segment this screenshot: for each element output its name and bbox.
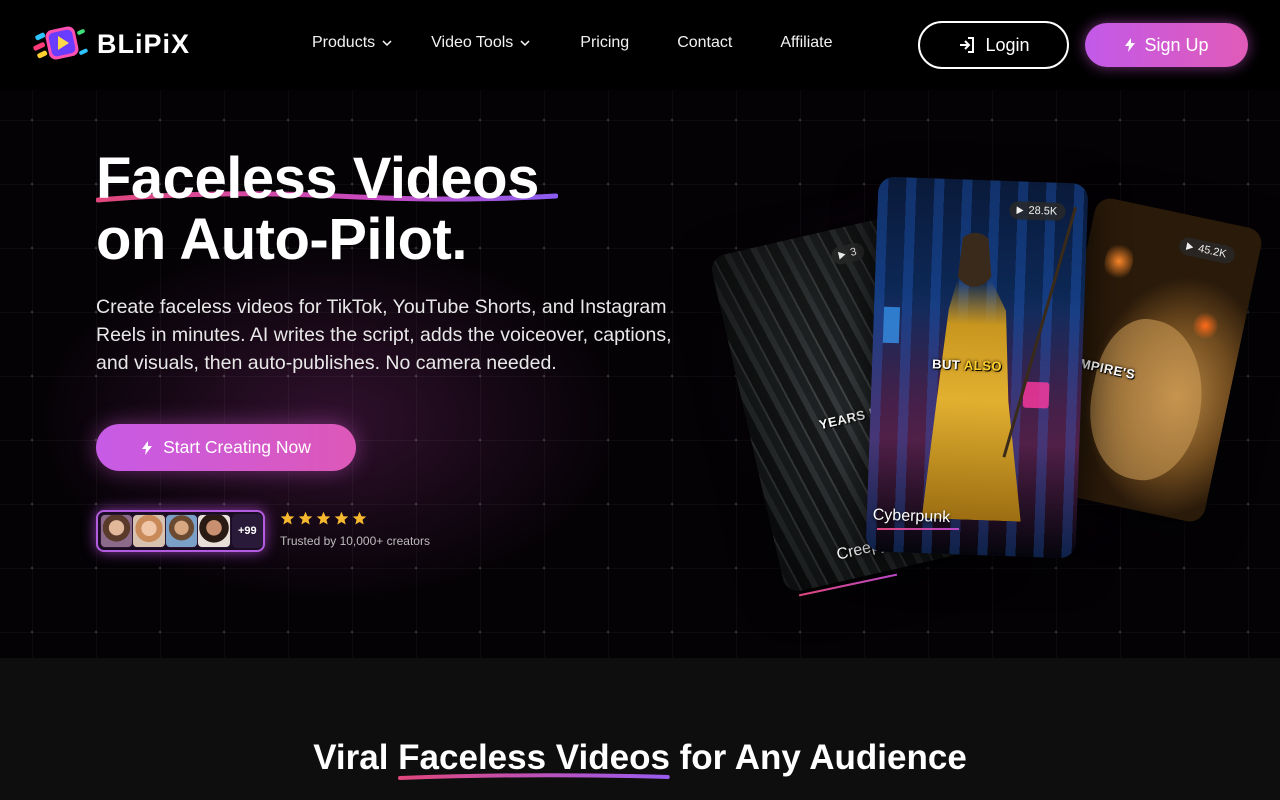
audience-section: Viral Faceless Videos for Any Audience: [0, 658, 1280, 800]
nav-item-video-tools[interactable]: Video Tools: [431, 34, 531, 52]
lightning-icon: [1125, 38, 1136, 52]
section-title-pre: Viral: [313, 738, 399, 777]
star-icon: [316, 511, 331, 525]
hero-title-line1: Faceless Videos: [96, 146, 558, 211]
nav-item-label: Affiliate: [780, 34, 833, 51]
hero-title: Faceless Videos on Auto-Pilot.: [96, 146, 558, 272]
creator-avatars: +99: [96, 510, 265, 552]
lightning-icon: [142, 440, 153, 455]
card-caption: BUT ALSO: [932, 356, 1002, 373]
section-title-post: for Any Audience: [669, 738, 967, 777]
card-caption-yellow: ALSO: [963, 357, 1003, 374]
brand-name: BLiPiX: [97, 28, 191, 59]
video-card-cyberpunk[interactable]: 28.5K BUT ALSO Cyberpunk: [865, 176, 1089, 559]
avatar: [100, 514, 134, 548]
nav-item-label: Video Tools: [431, 34, 514, 51]
play-icon: [837, 251, 846, 260]
hero-description: Create faceless videos for TikTok, YouTu…: [96, 296, 672, 374]
section-title: Viral Faceless Videos for Any Audience: [0, 738, 1280, 780]
hero-section: Faceless Videos on Auto-Pilot. Create fa…: [0, 90, 1280, 658]
brand-logo[interactable]: BLiPiX: [33, 24, 190, 64]
nav-item-contact[interactable]: Contact: [677, 34, 732, 52]
start-creating-label: Start Creating Now: [163, 437, 311, 457]
star-icon: [298, 511, 313, 525]
nav-item-label: Pricing: [580, 34, 630, 51]
chevron-down-icon: [520, 40, 530, 47]
nav-item-pricing[interactable]: Pricing: [580, 34, 629, 52]
avatar: [197, 514, 231, 548]
star-icon: [352, 511, 367, 525]
avatar: [132, 514, 166, 548]
nav-item-products[interactable]: Products: [312, 34, 393, 52]
play-icon: [1016, 206, 1024, 215]
nav-item-label: Contact: [677, 34, 733, 51]
logo-icon: [33, 24, 91, 64]
login-label: Login: [985, 34, 1030, 55]
login-icon: [960, 37, 975, 53]
nav-item-label: Products: [312, 34, 376, 51]
view-count-badge: 45.2K: [1177, 235, 1237, 266]
card-image-fire: [1100, 238, 1137, 284]
card-image-fire: [1190, 308, 1221, 343]
hero-title-line1-text: Faceless Videos: [96, 146, 539, 211]
view-count: 28.5K: [1028, 204, 1058, 218]
star-icon: [334, 511, 349, 525]
trusted-text: Trusted by 10,000+ creators: [280, 534, 430, 548]
chevron-down-icon: [382, 40, 392, 47]
avatar: [164, 514, 199, 548]
card-image-neon: [1022, 381, 1050, 409]
view-count: 45.2K: [1196, 242, 1228, 261]
signup-button[interactable]: Sign Up: [1085, 23, 1248, 67]
main-nav: Products Video Tools Pricing Contact Aff…: [312, 34, 833, 52]
section-subtitle: [0, 794, 1280, 800]
start-creating-button[interactable]: Start Creating Now: [96, 424, 356, 471]
login-button[interactable]: Login: [918, 21, 1069, 69]
view-count-badge: 28.5K: [1009, 201, 1066, 221]
navbar: BLiPiX Products Video Tools Pricing Cont…: [0, 0, 1280, 90]
label-underline: [877, 528, 959, 530]
rating-stars: [280, 511, 367, 526]
view-count: 3: [849, 245, 858, 259]
avatars-more-count: +99: [231, 514, 263, 548]
star-icon: [280, 511, 295, 525]
card-image-neon: [882, 306, 901, 344]
card-style-label: Cyberpunk: [872, 506, 951, 527]
card-caption-white: BUT: [931, 356, 961, 373]
section-title-highlight: Faceless Videos: [398, 738, 670, 780]
hero-title-line2: on Auto-Pilot.: [96, 207, 467, 272]
nav-item-affiliate[interactable]: Affiliate: [780, 34, 832, 52]
signup-label: Sign Up: [1144, 34, 1209, 55]
section-title-highlight-text: Faceless Videos: [398, 738, 670, 777]
play-icon: [1185, 242, 1194, 251]
